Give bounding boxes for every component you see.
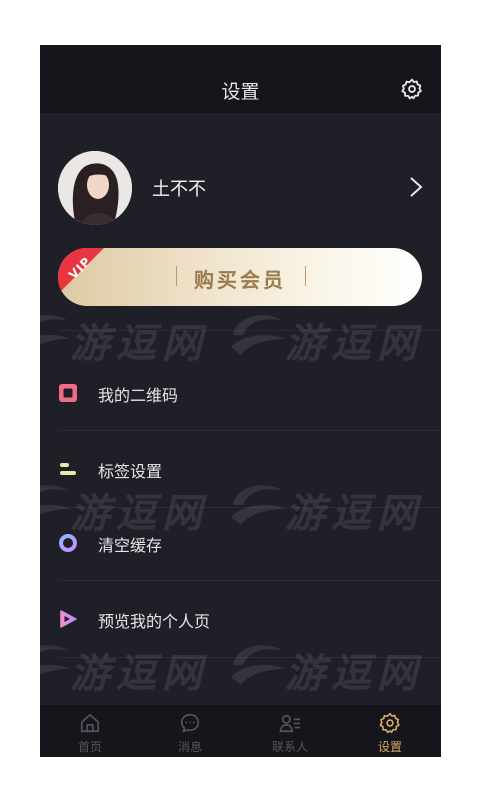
divider: [58, 330, 441, 331]
watermark-text: 游逗网: [285, 321, 423, 367]
contacts-icon: [279, 714, 301, 733]
tab-label: 设置: [377, 740, 402, 754]
settings-icon[interactable]: [401, 78, 423, 100]
bottom-tab-bar: 首页 消息 联系人 设置: [40, 705, 441, 757]
chevron-right-icon[interactable]: [409, 176, 423, 198]
home-icon: [80, 713, 100, 733]
watermark: 游逗网: [225, 305, 441, 375]
divider: [58, 657, 441, 658]
phone-screen: 设置 土不不 VIP 购买会员 我的二维码 标签设置 清空缓存 预览我的个人页 …: [40, 45, 441, 757]
avatar[interactable]: [58, 151, 132, 225]
tab-settings[interactable]: 设置: [340, 705, 440, 757]
menu-item-preview-profile[interactable]: 预览我的个人页: [40, 599, 441, 639]
qrcode-icon: [59, 384, 77, 402]
divider: [58, 580, 441, 581]
menu-item-qrcode[interactable]: 我的二维码: [40, 373, 441, 413]
top-bar: 设置: [40, 45, 441, 113]
vip-divider-right: [305, 266, 306, 286]
menu-item-clear-cache[interactable]: 清空缓存: [40, 523, 441, 563]
preview-profile-icon: [60, 610, 77, 628]
menu-label-preview-profile: 预览我的个人页: [98, 612, 211, 631]
clear-cache-icon: [59, 534, 77, 552]
watermark-logo-icon: [40, 645, 70, 675]
menu-label-tag-settings: 标签设置: [98, 462, 163, 481]
watermark-logo-icon: [40, 315, 70, 345]
watermark-logo-icon: [231, 645, 285, 685]
tab-home[interactable]: 首页: [40, 705, 140, 757]
menu-label-clear-cache: 清空缓存: [98, 536, 163, 555]
profile-row[interactable]: 土不不: [40, 143, 441, 233]
watermark-text: 游逗网: [285, 651, 423, 697]
divider: [58, 430, 441, 431]
tab-contacts[interactable]: 联系人: [240, 705, 340, 757]
tab-messages[interactable]: 消息: [140, 705, 240, 757]
watermark-logo-icon: [231, 315, 285, 355]
menu-label-qrcode: 我的二维码: [98, 386, 179, 405]
watermark: 游逗网: [225, 635, 441, 705]
watermark: 游逗网: [40, 635, 230, 705]
message-icon: [180, 713, 200, 733]
watermark-text: 游逗网: [70, 321, 208, 367]
settings-icon: [379, 712, 400, 734]
divider: [58, 507, 441, 508]
watermark: 游逗网: [40, 305, 230, 375]
tab-label: 消息: [177, 740, 202, 754]
menu-item-tag-settings[interactable]: 标签设置: [40, 449, 441, 489]
buy-membership-button[interactable]: VIP 购买会员: [58, 248, 422, 306]
watermark-text: 游逗网: [70, 651, 208, 697]
tab-label: 联系人: [271, 740, 308, 754]
buy-membership-label: 购买会员: [194, 268, 286, 292]
tab-label: 首页: [77, 740, 102, 754]
tag-settings-icon: [60, 463, 76, 475]
page-title: 设置: [221, 81, 260, 103]
username: 土不不: [152, 179, 206, 200]
